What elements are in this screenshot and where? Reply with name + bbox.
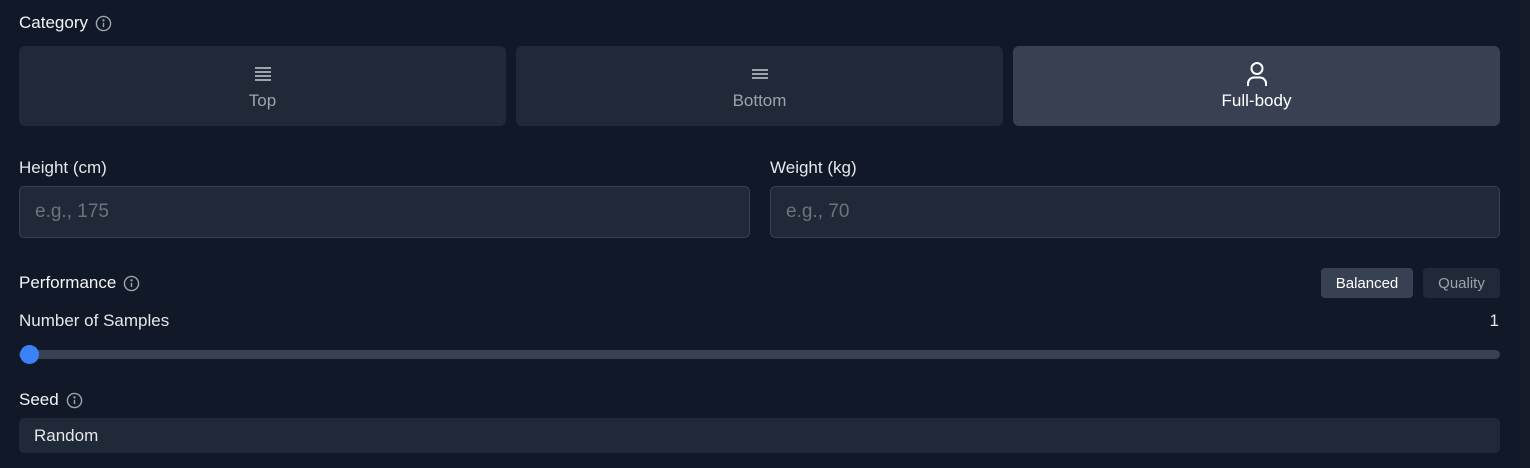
category-label-row: Category [19, 13, 112, 33]
performance-label-row: Performance [19, 273, 140, 293]
info-icon[interactable] [66, 392, 83, 409]
person-icon [1246, 61, 1268, 87]
info-icon[interactable] [95, 15, 112, 32]
seed-label: Seed [19, 390, 59, 409]
height-label: Height (cm) [19, 158, 107, 177]
info-icon[interactable] [123, 275, 140, 292]
top-garment-icon [252, 61, 274, 87]
performance-label: Performance [19, 273, 117, 292]
category-label: Category [19, 13, 88, 32]
category-full-body-button[interactable]: Full-body [1013, 46, 1500, 126]
seed-label-row: Seed [19, 390, 83, 410]
samples-label: Number of Samples [19, 311, 170, 330]
samples-value: 1 [1489, 311, 1499, 330]
category-top-label: Top [248, 91, 277, 110]
performance-quality-button[interactable]: Quality [1423, 268, 1500, 298]
samples-slider-thumb[interactable] [20, 345, 39, 364]
samples-slider-track[interactable] [19, 350, 1500, 359]
category-top-button[interactable]: Top [19, 46, 506, 126]
category-bottom-button[interactable]: Bottom [516, 46, 1003, 126]
seed-select[interactable]: Random [19, 418, 1500, 453]
bottom-garment-icon [749, 61, 771, 87]
seed-value: Random [34, 425, 99, 445]
category-bottom-label: Bottom [732, 91, 787, 110]
scrollbar[interactable] [1520, 0, 1530, 468]
performance-balanced-button[interactable]: Balanced [1321, 268, 1413, 298]
settings-panel: Category Top Bottom Full-body Height (cm… [0, 0, 1530, 468]
height-input[interactable] [19, 186, 750, 238]
weight-input[interactable] [770, 186, 1500, 238]
category-full-body-label: Full-body [1221, 91, 1292, 110]
weight-label: Weight (kg) [770, 158, 857, 177]
